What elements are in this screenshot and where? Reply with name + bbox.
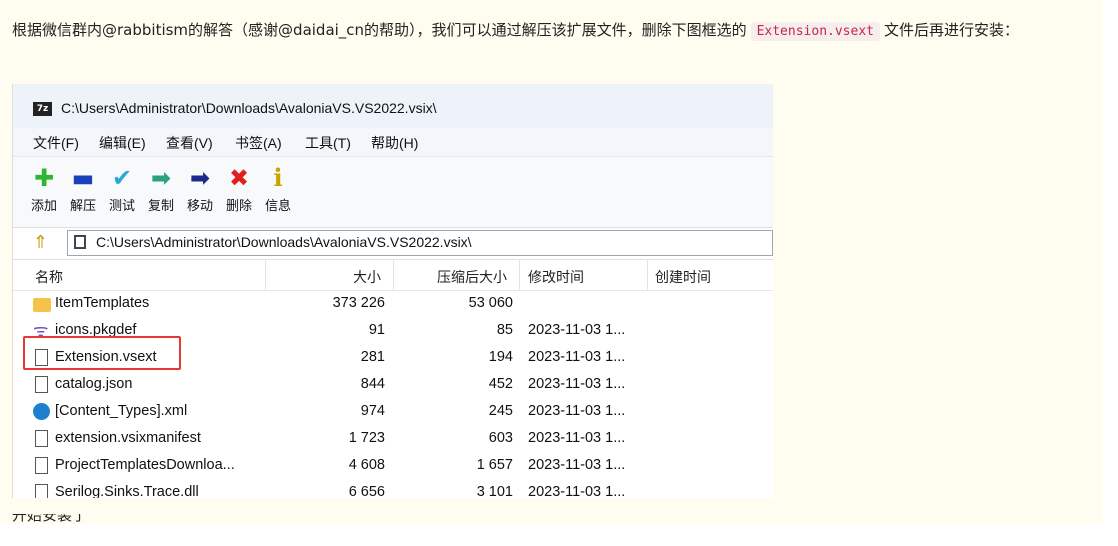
file-icon — [35, 430, 48, 447]
file-modified: 2023-11-03 1... — [528, 484, 626, 498]
delete-x-icon: ✖ — [228, 164, 250, 192]
file-name: extension.vsixmanifest — [55, 430, 201, 446]
file-packed-size: 3 101 — [476, 484, 513, 498]
address-bar: ⇑ C:\Users\Administrator\Downloads\Avalo… — [13, 228, 773, 260]
file-modified: 2023-11-03 1... — [528, 322, 626, 338]
file-packed-size: 452 — [488, 376, 513, 392]
copy-label: 复制 — [147, 198, 174, 213]
file-row[interactable]: Serilog.Sinks.Trace.dll 6 656 3 101 2023… — [13, 480, 773, 498]
file-size: 844 — [360, 376, 385, 392]
file-packed-size: 194 — [488, 349, 513, 365]
add-button[interactable]: ✚ 添加 — [27, 163, 61, 221]
instruction-text: 根据微信群内@rabbitism的解答（感谢@daidai_cn的帮助），我们可… — [12, 21, 747, 39]
file-size: 4 608 — [348, 457, 385, 473]
plus-icon: ✚ — [33, 164, 55, 192]
address-input[interactable]: C:\Users\Administrator\Downloads\Avaloni… — [67, 230, 773, 256]
menu-tools[interactable]: 工具(T) — [305, 133, 351, 153]
column-size[interactable]: 大小 — [353, 267, 381, 287]
file-row[interactable]: [Content_Types].xml 974 245 2023-11-03 1… — [13, 399, 773, 426]
file-row[interactable]: catalog.json 844 452 2023-11-03 1... — [13, 372, 773, 399]
file-packed-size: 603 — [488, 430, 513, 446]
move-button[interactable]: ➡ 移动 — [183, 163, 217, 221]
address-path: C:\Users\Administrator\Downloads\Avaloni… — [96, 234, 472, 250]
menu-edit[interactable]: 编辑(E) — [99, 133, 146, 153]
extract-button[interactable]: ▬ 解压 — [66, 163, 100, 221]
file-size: 6 656 — [348, 484, 385, 498]
file-modified: 2023-11-03 1... — [528, 430, 626, 446]
delete-button[interactable]: ✖ 删除 — [222, 163, 256, 221]
menu-file[interactable]: 文件(F) — [33, 133, 79, 153]
screenshot-7zip-window: 7z C:\Users\Administrator\Downloads\Aval… — [12, 84, 773, 498]
file-modified: 2023-11-03 1... — [528, 403, 626, 419]
add-label: 添加 — [30, 198, 57, 213]
up-folder-icon[interactable]: ⇑ — [33, 232, 48, 253]
file-name: [Content_Types].xml — [55, 403, 188, 419]
info-label: 信息 — [264, 198, 291, 213]
column-modified[interactable]: 修改时间 — [528, 267, 584, 287]
7zip-app-icon: 7z — [33, 102, 52, 116]
file-size: 91 — [368, 322, 385, 338]
article-body: 根据微信群内@rabbitism的解答（感谢@daidai_cn的帮助），我们可… — [0, 0, 1103, 524]
file-modified: 2023-11-03 1... — [528, 349, 626, 365]
file-row[interactable]: ProjectTemplatesDownloa... 4 608 1 657 2… — [13, 453, 773, 480]
file-list-header: 名称 大小 压缩后大小 修改时间 创建时间 — [13, 260, 773, 291]
file-row[interactable]: extension.vsixmanifest 1 723 603 2023-11… — [13, 426, 773, 453]
folder-icon — [33, 298, 51, 312]
info-icon: i — [273, 163, 283, 192]
column-created[interactable]: 创建时间 — [655, 267, 711, 287]
window-title: C:\Users\Administrator\Downloads\Avaloni… — [61, 100, 437, 116]
inline-code-filename: Extension.vsext — [750, 22, 880, 41]
cut-off-text-content: 开始安装了 — [12, 514, 88, 524]
file-packed-size: 53 060 — [468, 295, 513, 311]
file-size: 373 226 — [332, 295, 385, 311]
delete-label: 删除 — [225, 198, 252, 213]
file-packed-size: 1 657 — [476, 457, 513, 473]
copy-button[interactable]: ➡ 复制 — [144, 163, 178, 221]
file-size: 974 — [360, 403, 385, 419]
file-size: 1 723 — [348, 430, 385, 446]
toolbar: ✚ 添加 ▬ 解压 ✔ 测试 ➡ 复制 ➡ 移动 ✖ 删除 i 信息 — [13, 157, 773, 228]
move-label: 移动 — [186, 198, 213, 213]
copy-arrow-icon: ➡ — [150, 164, 172, 192]
menu-bar: 文件(F) 编辑(E) 查看(V) 书签(A) 工具(T) 帮助(H) — [13, 128, 773, 157]
test-button[interactable]: ✔ 测试 — [105, 163, 139, 221]
file-row[interactable]: ItemTemplates 373 226 53 060 — [13, 291, 773, 318]
column-name[interactable]: 名称 — [35, 267, 63, 287]
edge-icon — [33, 403, 50, 420]
file-name: Serilog.Sinks.Trace.dll — [55, 484, 199, 498]
cut-off-text: 开始安装了 — [12, 514, 87, 524]
menu-help[interactable]: 帮助(H) — [371, 133, 418, 153]
instruction-paragraph: 根据微信群内@rabbitism的解答（感谢@daidai_cn的帮助），我们可… — [12, 18, 1097, 44]
file-packed-size: 245 — [488, 403, 513, 419]
file-name: ProjectTemplatesDownloa... — [55, 457, 235, 473]
column-divider[interactable] — [647, 260, 648, 290]
file-modified: 2023-11-03 1... — [528, 457, 626, 473]
window-titlebar: 7z C:\Users\Administrator\Downloads\Aval… — [13, 84, 773, 128]
move-arrow-icon: ➡ — [189, 164, 211, 192]
file-icon — [35, 457, 48, 474]
file-modified: 2023-11-03 1... — [528, 376, 626, 392]
menu-bookmarks[interactable]: 书签(A) — [235, 133, 282, 153]
column-packed-size[interactable]: 压缩后大小 — [437, 267, 507, 287]
file-icon — [35, 376, 48, 393]
info-button[interactable]: i 信息 — [261, 163, 295, 221]
file-name: catalog.json — [55, 376, 133, 392]
column-divider[interactable] — [519, 260, 520, 290]
test-label: 测试 — [108, 198, 135, 213]
menu-view[interactable]: 查看(V) — [166, 133, 213, 153]
file-icon — [35, 484, 48, 498]
archive-path-icon — [74, 235, 86, 249]
instruction-text-tail: 文件后再进行安装： — [883, 21, 1019, 39]
column-divider[interactable] — [265, 260, 266, 290]
minus-icon: ▬ — [71, 164, 95, 192]
column-divider[interactable] — [393, 260, 394, 290]
extract-label: 解压 — [69, 198, 96, 213]
file-size: 281 — [360, 349, 385, 365]
file-packed-size: 85 — [496, 322, 513, 338]
red-highlight-box — [23, 336, 181, 370]
file-name: ItemTemplates — [55, 295, 150, 311]
check-chevron-icon: ✔ — [111, 164, 133, 192]
